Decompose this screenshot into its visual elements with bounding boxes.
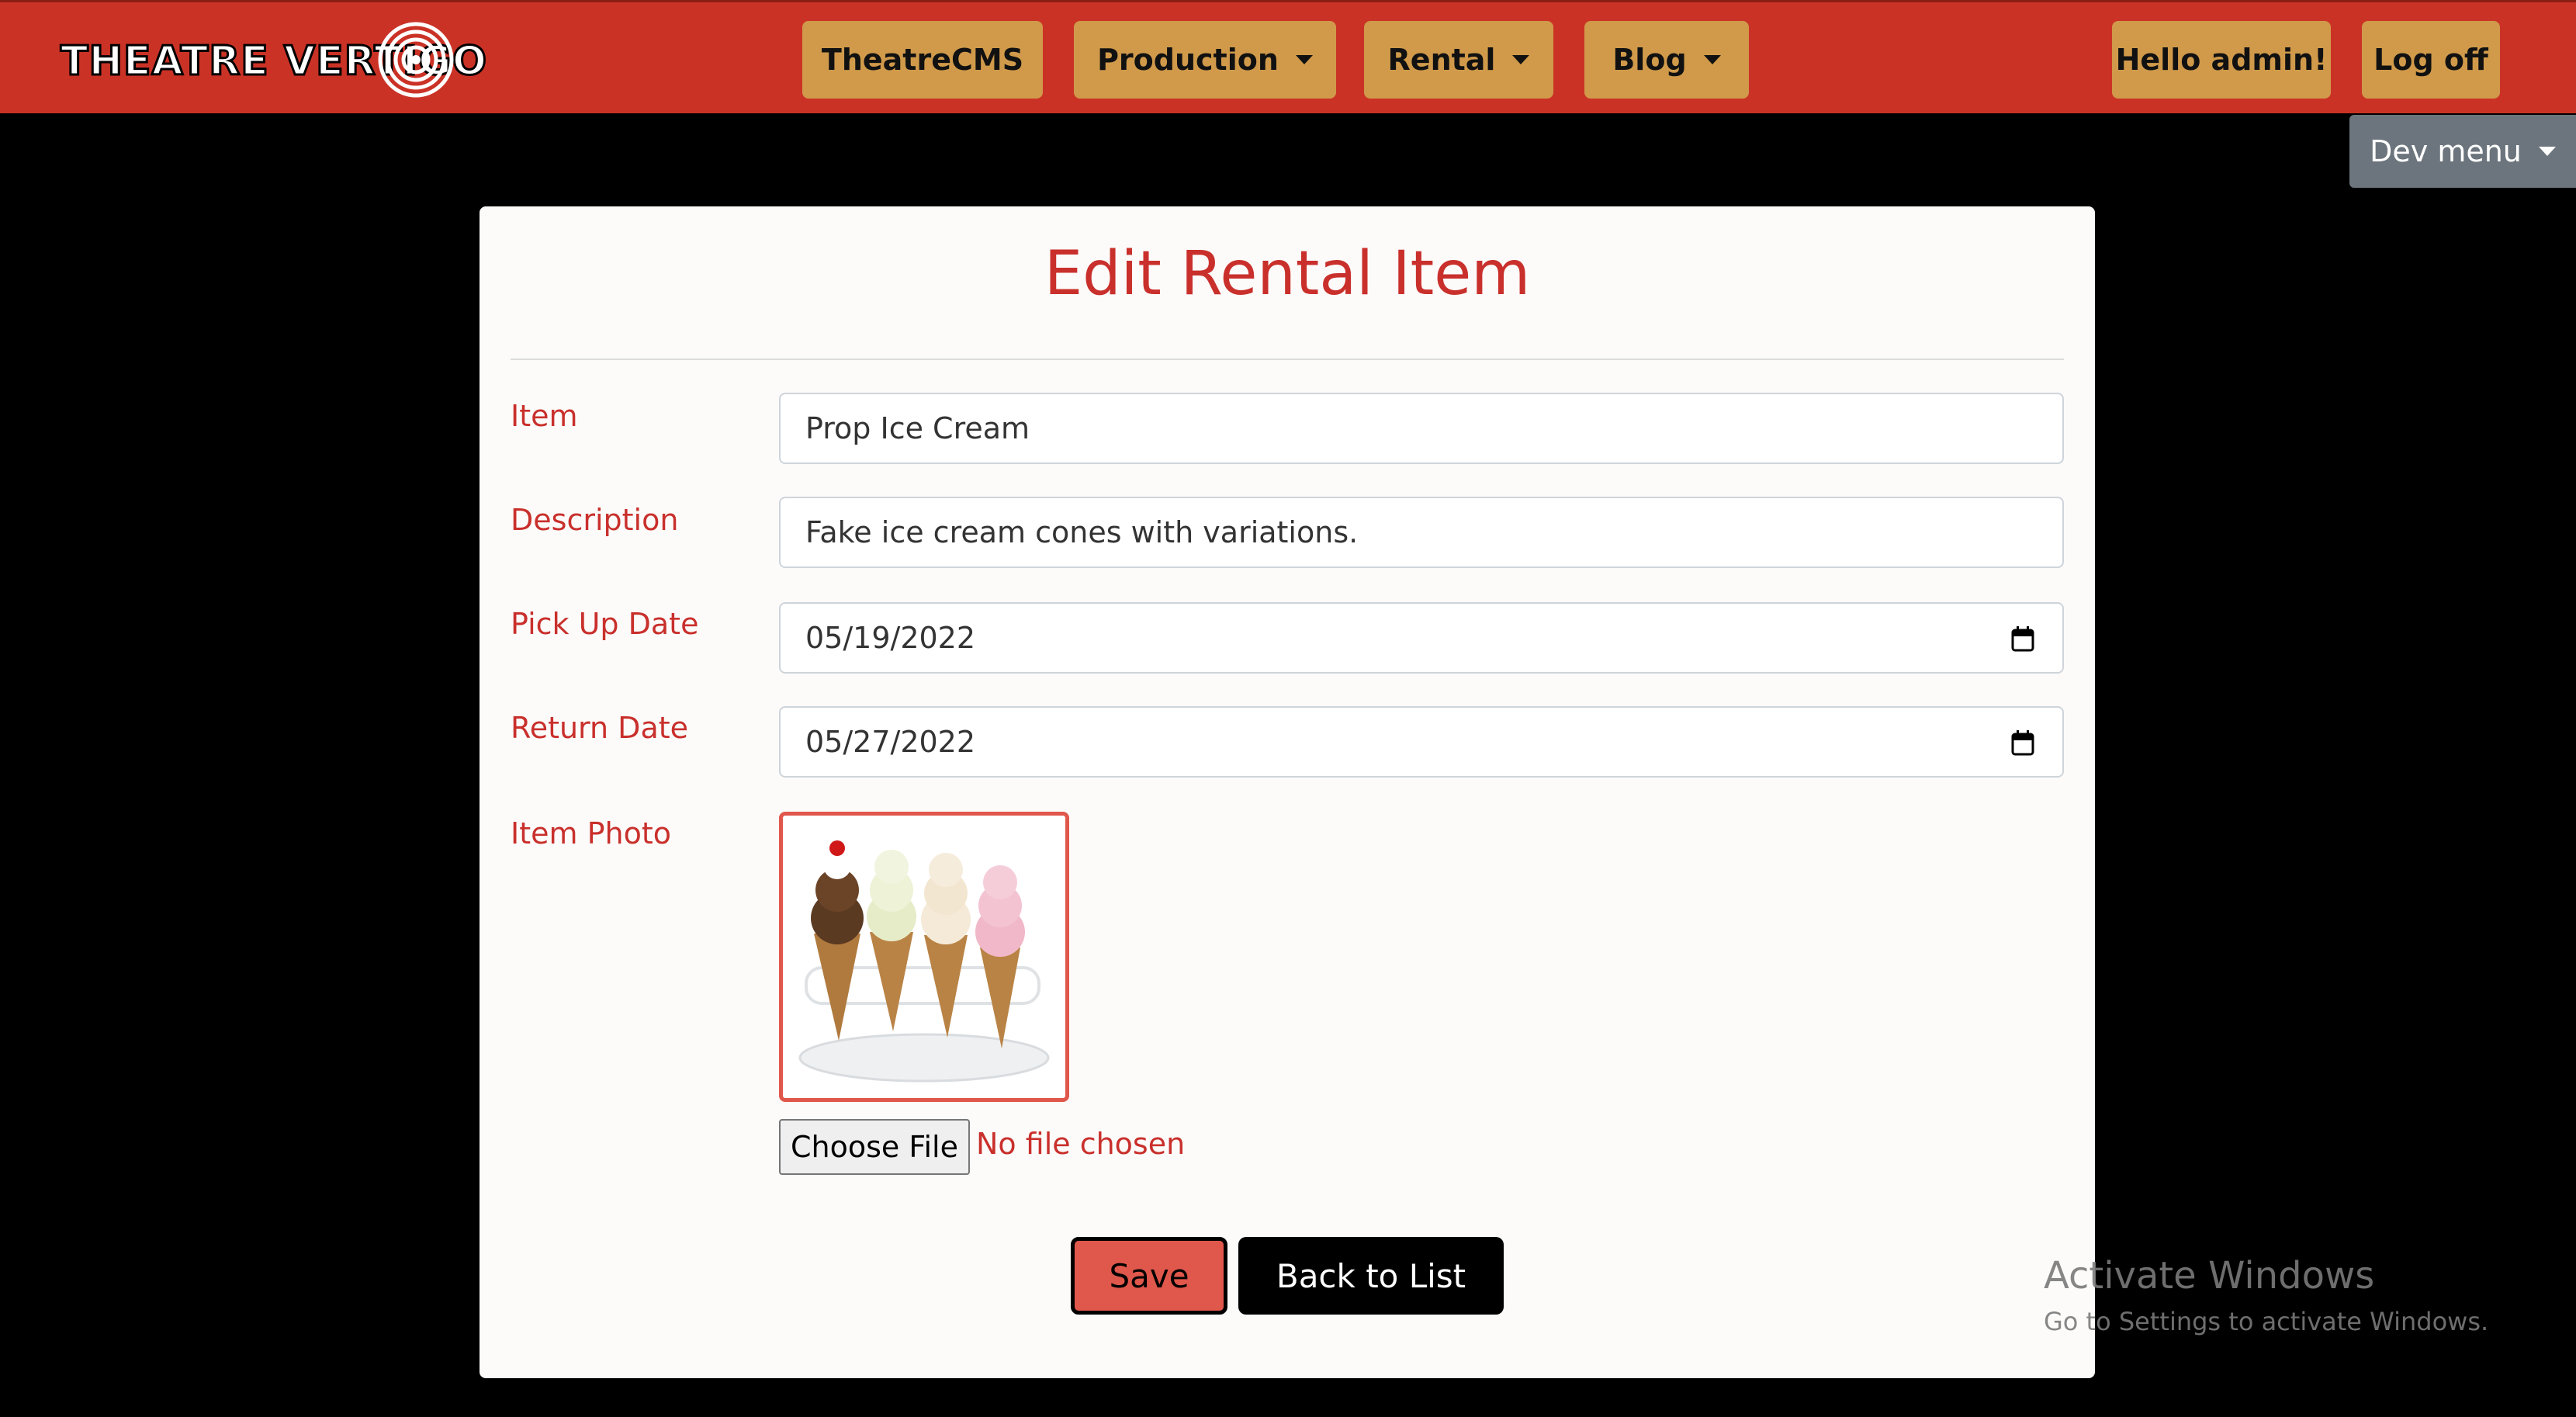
activate-windows-title: Activate Windows [2044, 1254, 2375, 1297]
hello-admin-link[interactable]: Hello admin! [2112, 21, 2331, 99]
description-input[interactable]: Fake ice cream cones with variations. [779, 497, 2064, 568]
nav-blog-label: Blog [1612, 43, 1687, 77]
caret-down-icon [1512, 55, 1530, 64]
save-label: Save [1109, 1256, 1189, 1295]
return-date-input[interactable]: 05/27/2022 [779, 706, 2064, 778]
save-button[interactable]: Save [1071, 1237, 1227, 1315]
back-to-list-button[interactable]: Back to List [1238, 1237, 1504, 1315]
edit-rental-card: Edit Rental Item Item Prop Ice Cream Des… [480, 206, 2095, 1378]
description-label: Description [511, 503, 679, 537]
pickup-date-label: Pick Up Date [511, 607, 699, 641]
spiral-logo-icon [378, 22, 454, 98]
activate-windows-subtitle: Go to Settings to activate Windows. [2044, 1307, 2489, 1336]
theatre-vertigo-logo[interactable]: THEATRE VERTIGO [59, 21, 488, 99]
calendar-icon[interactable] [2011, 729, 2034, 756]
description-value: Fake ice cream cones with variations. [805, 515, 1359, 549]
item-value: Prop Ice Cream [805, 411, 1030, 445]
nav-theatrecms-label: TheatreCMS [821, 43, 1024, 77]
dev-menu-dropdown[interactable]: Dev menu [2349, 115, 2576, 188]
log-off-label: Log off [2373, 43, 2488, 77]
nav-theatrecms[interactable]: TheatreCMS [802, 21, 1043, 99]
calendar-icon[interactable] [2011, 625, 2034, 652]
nav-rental-dropdown[interactable]: Rental [1364, 21, 1553, 99]
return-date-value: 05/27/2022 [805, 725, 976, 759]
title-divider [511, 359, 2064, 360]
ice-cream-cones-image [798, 840, 1050, 1083]
choose-file-button[interactable]: Choose File [779, 1119, 970, 1175]
nav-production-dropdown[interactable]: Production [1074, 21, 1336, 99]
greeting-label: Hello admin! [2115, 43, 2328, 77]
log-off-button[interactable]: Log off [2362, 21, 2500, 99]
top-navbar: THEATRE VERTIGO TheatreCMS Production Re… [0, 0, 2576, 113]
return-date-label: Return Date [511, 711, 689, 745]
pickup-date-value: 05/19/2022 [805, 621, 976, 655]
nav-blog-dropdown[interactable]: Blog [1584, 21, 1749, 99]
item-photo-label: Item Photo [511, 816, 671, 851]
nav-rental-label: Rental [1387, 43, 1496, 77]
caret-down-icon [1295, 55, 1313, 64]
dev-menu-label: Dev menu [2370, 134, 2522, 168]
file-status-text: No file chosen [976, 1127, 1186, 1161]
page-title: Edit Rental Item [1044, 239, 1531, 309]
choose-file-label: Choose File [791, 1130, 958, 1164]
back-to-list-label: Back to List [1276, 1256, 1466, 1295]
item-photo [779, 812, 1069, 1102]
caret-down-icon [1703, 55, 1721, 64]
caret-down-icon [2538, 147, 2556, 156]
item-input[interactable]: Prop Ice Cream [779, 393, 2064, 464]
item-label: Item [511, 399, 578, 433]
nav-production-label: Production [1097, 43, 1279, 77]
pickup-date-input[interactable]: 05/19/2022 [779, 602, 2064, 674]
